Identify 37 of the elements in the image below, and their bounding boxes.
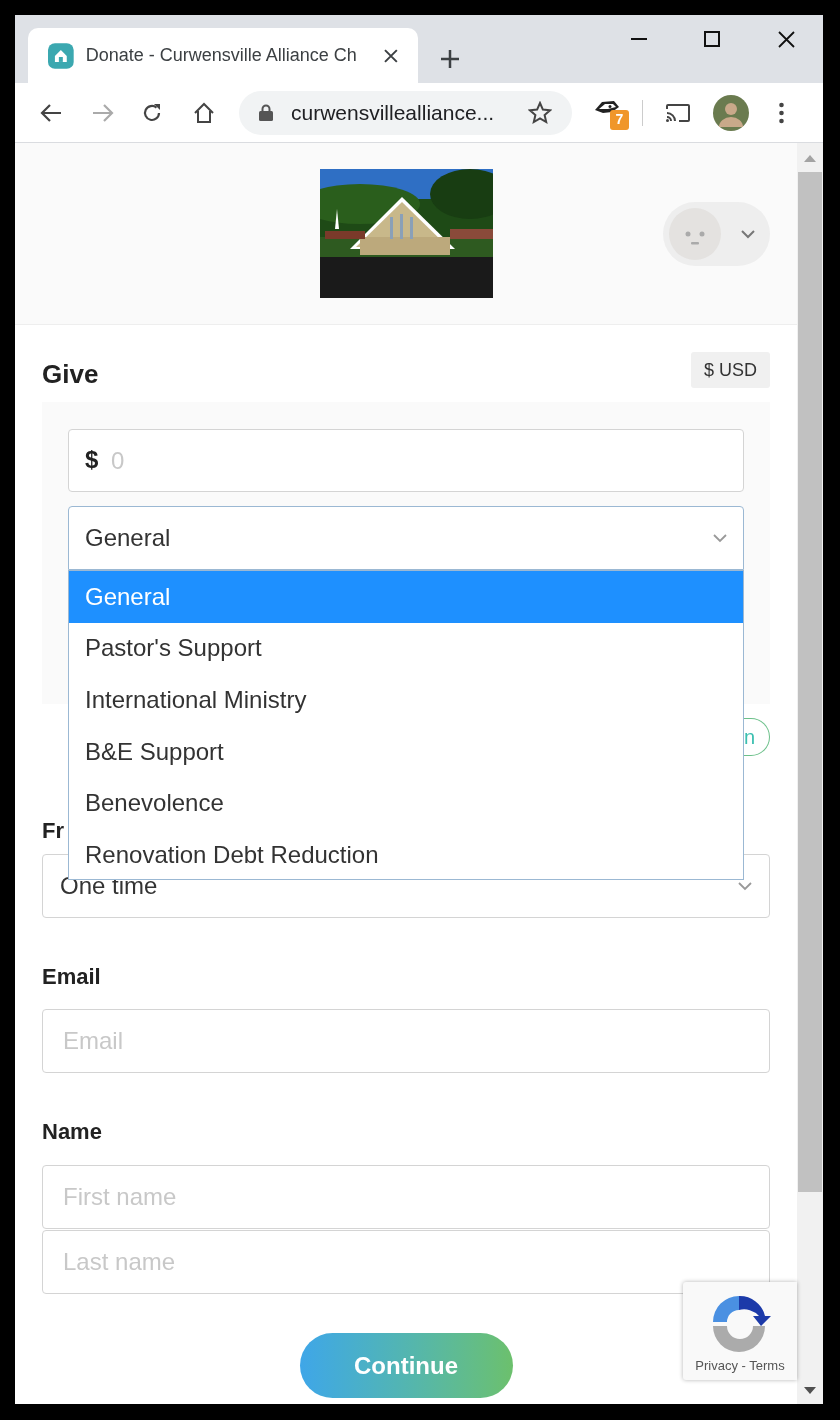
fund-select[interactable]: General bbox=[68, 506, 744, 570]
currency-label: $ USD bbox=[691, 352, 770, 388]
avatar-icon bbox=[669, 208, 721, 260]
currency-symbol: $ bbox=[85, 445, 99, 475]
home-icon[interactable] bbox=[193, 101, 215, 124]
field-label: Fr bbox=[42, 817, 65, 845]
recaptcha-badge[interactable]: Privacy - Terms bbox=[683, 1282, 797, 1380]
address-bar[interactable]: curwensvillealliance... bbox=[239, 90, 572, 135]
chevron-down-icon bbox=[738, 881, 752, 891]
scroll-down-icon[interactable] bbox=[804, 1387, 816, 1394]
lock-icon bbox=[259, 104, 273, 121]
dropdown-option[interactable]: International Ministry bbox=[69, 674, 743, 726]
close-icon[interactable] bbox=[778, 31, 795, 48]
new-tab-icon[interactable] bbox=[440, 49, 460, 69]
chevron-down-icon bbox=[741, 229, 755, 239]
dropdown-option[interactable]: Benevolence bbox=[69, 777, 743, 829]
reload-icon[interactable] bbox=[141, 101, 163, 124]
back-icon[interactable] bbox=[39, 102, 63, 123]
chevron-down-icon bbox=[713, 533, 727, 543]
star-icon[interactable] bbox=[528, 100, 552, 125]
maximize-icon[interactable] bbox=[704, 31, 720, 47]
tab-title: Donate - Curwensville Alliance Ch bbox=[85, 44, 358, 67]
profile-avatar[interactable] bbox=[713, 94, 749, 131]
recaptcha-links[interactable]: Privacy - Terms bbox=[695, 1356, 785, 1376]
count-badge: 7 bbox=[610, 109, 629, 130]
browser-tab[interactable]: Donate - Curwensville Alliance Ch bbox=[28, 28, 418, 83]
home-icon bbox=[48, 42, 74, 69]
cast-icon[interactable] bbox=[665, 102, 691, 123]
menu-icon[interactable] bbox=[779, 101, 784, 124]
section-title: Give bbox=[42, 357, 99, 391]
field-label: Name bbox=[42, 1118, 103, 1146]
dropdown-option[interactable]: Pastor's Support bbox=[69, 622, 743, 675]
scroll-thumb[interactable] bbox=[798, 172, 822, 1192]
dropdown-option[interactable]: B&E Support bbox=[69, 725, 743, 778]
field-label: Email bbox=[42, 963, 102, 991]
close-icon[interactable] bbox=[384, 48, 398, 63]
scrollbar[interactable] bbox=[797, 143, 823, 1404]
